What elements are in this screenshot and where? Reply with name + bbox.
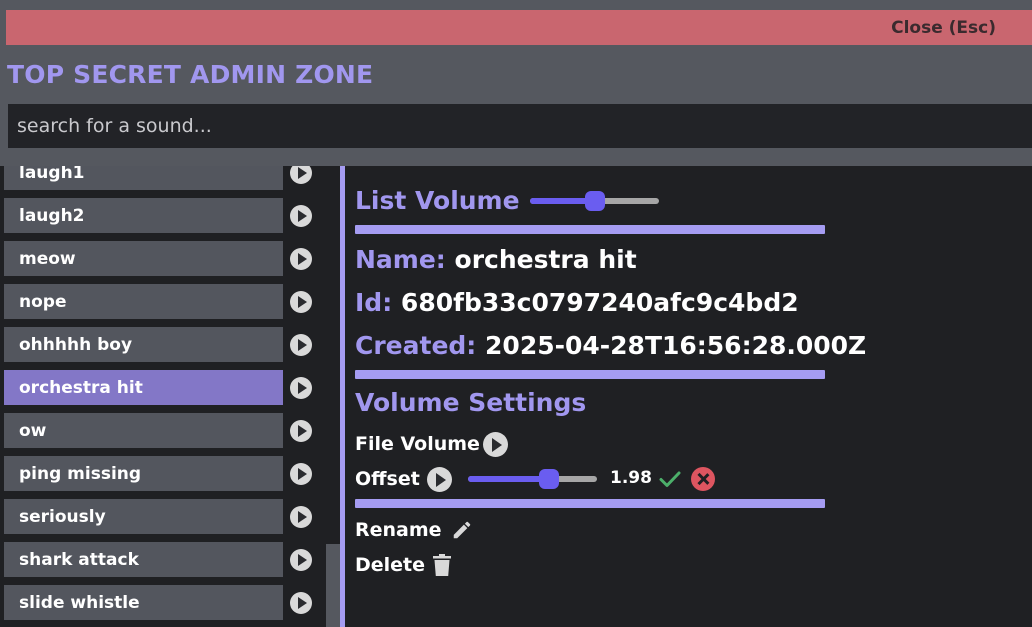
play-icon[interactable] [290, 506, 312, 528]
rename-button[interactable]: Rename [355, 519, 442, 541]
play-icon[interactable] [290, 291, 312, 313]
name-row: Name: orchestra hit [355, 245, 637, 274]
play-icon[interactable] [290, 420, 312, 442]
name-value: orchestra hit [454, 245, 637, 274]
sound-list-item: orchestra hit [0, 370, 326, 405]
play-icon[interactable] [290, 463, 312, 485]
sound-list-item: ping missing [0, 456, 326, 491]
section-divider [355, 370, 825, 379]
sound-item-button[interactable]: seriously [4, 499, 283, 534]
delete-button[interactable]: Delete [355, 554, 425, 576]
sound-list-item: ow [0, 413, 326, 448]
offset-fill [468, 476, 549, 482]
list-volume-thumb[interactable] [585, 191, 605, 211]
play-icon[interactable] [290, 248, 312, 270]
search-input[interactable] [8, 104, 1032, 148]
close-button-label: Close (Esc) [891, 17, 996, 38]
sound-item-button[interactable]: laugh1 [4, 166, 283, 190]
sound-list-item: laugh1 [0, 166, 326, 190]
sound-list-item: meow [0, 241, 326, 276]
sound-list-item: seriously [0, 499, 326, 534]
cancel-icon[interactable] [691, 467, 715, 491]
id-row: Id: 680fb33c0797240afc9c4bd2 [355, 288, 799, 317]
offset-value: 1.98 [610, 468, 652, 488]
sound-list-item: shark attack [0, 542, 326, 577]
name-label: Name: [355, 245, 446, 274]
sound-item-button[interactable]: ohhhhh boy [4, 327, 283, 362]
sound-list-item: ohhhhh boy [0, 327, 326, 362]
sound-item-button[interactable]: ping missing [4, 456, 283, 491]
page-title: TOP SECRET ADMIN ZONE [7, 60, 374, 89]
sound-list: laugh1 laugh2 meow nope ohhhhh boy orchestra … [0, 166, 326, 627]
check-icon[interactable] [658, 467, 682, 491]
sound-list-item: slide whistle [0, 585, 326, 620]
list-scroll-thumb[interactable] [326, 544, 340, 627]
play-icon[interactable] [290, 205, 312, 227]
play-icon[interactable] [290, 592, 312, 614]
section-divider [355, 225, 825, 234]
section-divider [355, 499, 825, 508]
offset-thumb[interactable] [539, 469, 559, 489]
play-icon[interactable] [290, 377, 312, 399]
play-icon[interactable] [290, 166, 312, 184]
file-volume-play-icon[interactable] [483, 432, 508, 457]
sound-list-item: nope [0, 284, 326, 319]
created-label: Created: [355, 331, 477, 360]
offset-play-icon[interactable] [427, 467, 452, 492]
offset-label: Offset [355, 468, 420, 490]
close-button[interactable]: Close (Esc) [6, 10, 1032, 45]
list-scrollbar[interactable] [326, 166, 340, 627]
play-icon[interactable] [290, 334, 312, 356]
sound-list-item: laugh2 [0, 198, 326, 233]
sound-detail-panel: List Volume Name: orchestra hit Id: 680f… [340, 166, 1032, 627]
trash-icon[interactable] [433, 554, 451, 576]
created-row: Created: 2025-04-28T16:56:28.000Z [355, 331, 866, 360]
id-value: 680fb33c0797240afc9c4bd2 [400, 288, 799, 317]
sound-item-button[interactable]: laugh2 [4, 198, 283, 233]
list-volume-slider[interactable] [530, 191, 659, 211]
sound-item-button[interactable]: orchestra hit [4, 370, 283, 405]
created-value: 2025-04-28T16:56:28.000Z [485, 331, 867, 360]
list-volume-label: List Volume [355, 186, 520, 215]
sound-item-button[interactable]: nope [4, 284, 283, 319]
sound-item-button[interactable]: meow [4, 241, 283, 276]
offset-slider[interactable] [468, 469, 597, 489]
pencil-icon[interactable] [451, 519, 473, 541]
play-icon[interactable] [290, 549, 312, 571]
volume-settings-title: Volume Settings [355, 388, 587, 417]
id-label: Id: [355, 288, 393, 317]
sound-item-button[interactable]: slide whistle [4, 585, 283, 620]
sound-item-button[interactable]: shark attack [4, 542, 283, 577]
admin-page: Close (Esc) TOP SECRET ADMIN ZONE laugh1… [0, 0, 1032, 627]
sound-item-button[interactable]: ow [4, 413, 283, 448]
file-volume-label: File Volume [355, 433, 480, 455]
